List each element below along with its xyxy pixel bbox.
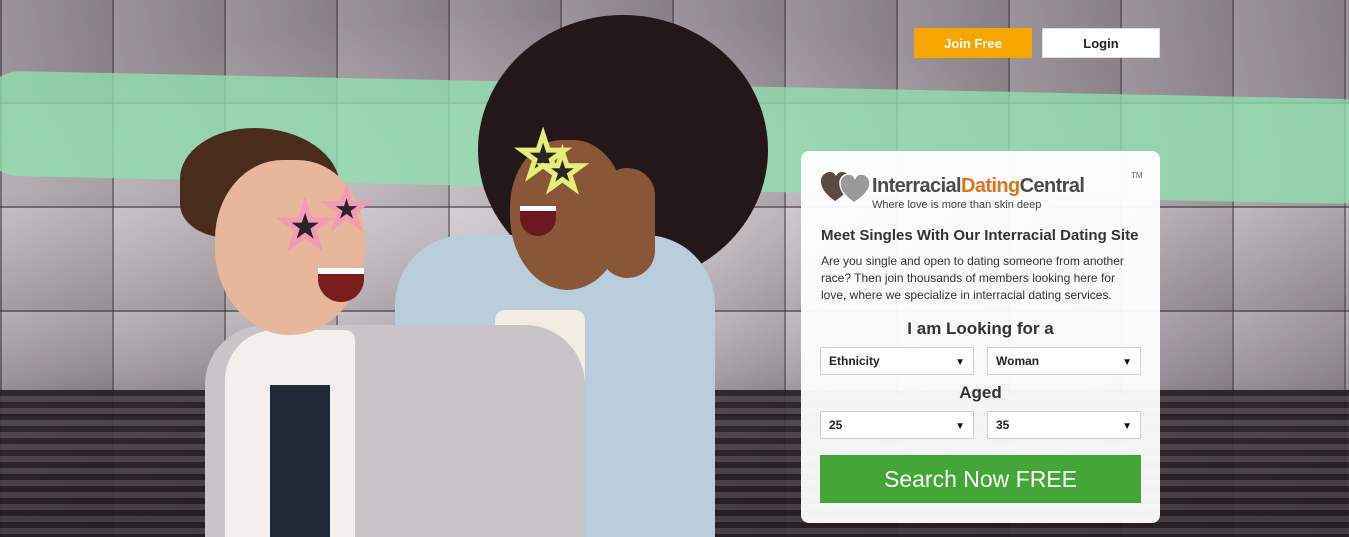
- panel-description: Are you single and open to dating someon…: [821, 254, 1124, 302]
- dropdown-arrow-icon: ▼: [955, 421, 965, 432]
- star-glasses-right-icon: ★: [538, 143, 588, 199]
- age-min-select[interactable]: 25 ▼: [820, 411, 974, 439]
- trademark: TM: [1131, 171, 1143, 180]
- join-free-button[interactable]: Join Free: [914, 28, 1032, 58]
- man-shirt: [270, 385, 330, 537]
- aged-label: Aged: [959, 383, 1002, 402]
- brand-name: InterracialDatingCentral: [872, 175, 1085, 197]
- age-max-value: 35: [996, 418, 1010, 432]
- dropdown-arrow-icon: ▼: [955, 357, 965, 368]
- gender-value: Woman: [996, 354, 1040, 368]
- age-max-select[interactable]: 35 ▼: [987, 411, 1141, 439]
- search-now-button[interactable]: Search Now FREE: [820, 455, 1141, 503]
- gender-select[interactable]: Woman ▼: [987, 347, 1141, 375]
- panel-heading: Meet Singles With Our Interracial Dating…: [821, 227, 1139, 244]
- star-glasses-man-left-icon: ★: [277, 194, 332, 257]
- age-min-value: 25: [829, 418, 843, 432]
- star-glasses-man-right-icon: ★: [322, 183, 370, 236]
- hearts-icon: [821, 172, 871, 204]
- search-panel: InterracialDatingCentral TM Where love i…: [801, 151, 1160, 523]
- ethnicity-value: Ethnicity: [829, 354, 880, 368]
- brand-tagline: Where love is more than skin deep: [872, 199, 1042, 211]
- ethnicity-select[interactable]: Ethnicity ▼: [820, 347, 974, 375]
- dropdown-arrow-icon: ▼: [1122, 421, 1132, 432]
- site-logo[interactable]: InterracialDatingCentral TM Where love i…: [821, 171, 1151, 215]
- woman-hand: [600, 168, 655, 278]
- looking-for-label: I am Looking for a: [907, 319, 1054, 338]
- login-button[interactable]: Login: [1042, 28, 1160, 58]
- dropdown-arrow-icon: ▼: [1122, 357, 1132, 368]
